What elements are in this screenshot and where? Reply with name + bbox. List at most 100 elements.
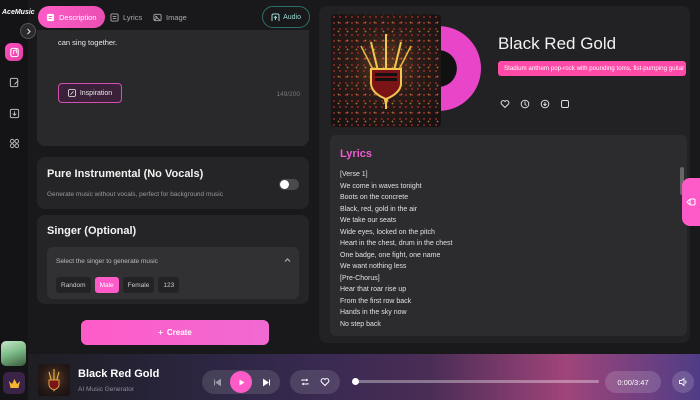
lyrics-line: [Pre-Chorus] <box>340 274 380 282</box>
repeat-icon <box>301 378 309 386</box>
inspiration-label: Inspiration <box>79 89 113 97</box>
image-icon <box>153 13 162 21</box>
loop-like-controls <box>290 370 340 394</box>
remix-icon[interactable] <box>520 99 530 109</box>
volume-icon <box>679 377 687 387</box>
rail-apps-button[interactable] <box>5 134 23 152</box>
side-panel-toggle[interactable] <box>682 178 700 226</box>
character-count: 149/200 <box>276 91 301 98</box>
singer-selector: Select the singer to generate music Rand… <box>47 247 299 299</box>
playback-controls <box>202 370 280 394</box>
share-icon[interactable] <box>560 99 570 109</box>
grid-icon <box>9 138 19 148</box>
download-icon[interactable] <box>540 99 550 109</box>
player-title: Black Red Gold <box>78 368 160 380</box>
edit-icon <box>9 77 19 87</box>
singer-title: Singer (Optional) <box>47 225 137 237</box>
lyrics-text: [Verse 1] We come in waves tonight Boots o… <box>340 169 452 330</box>
lyrics-panel: Lyrics [Verse 1] We come in waves tonight… <box>330 135 687 336</box>
next-button[interactable] <box>259 370 273 394</box>
player-subtitle: AI Music Generator <box>78 386 134 393</box>
lyrics-line: We want nothing less <box>340 263 407 270</box>
repeat-button[interactable] <box>298 370 312 394</box>
chevron-up-icon[interactable] <box>284 257 291 264</box>
singer-option-female[interactable]: Female <box>122 277 155 293</box>
instrumental-subtitle: Generate music without vocals, perfect f… <box>47 191 223 198</box>
tab-lyrics[interactable]: Lyrics <box>102 6 150 28</box>
heart-icon[interactable] <box>500 99 510 109</box>
skip-forward-icon <box>262 378 270 386</box>
volume-button[interactable] <box>672 371 694 393</box>
time-display: 0:00/3:47 <box>605 371 661 393</box>
tab-image[interactable]: Image <box>145 6 195 28</box>
instrumental-card: Pure Instrumental (No Vocals) Generate m… <box>37 157 309 209</box>
tab-bar: Description Lyrics Image Audio <box>36 6 310 30</box>
left-rail: AceMusic <box>0 0 35 400</box>
lyrics-line: Boots on the concrete <box>340 194 409 201</box>
tab-lyrics-label: Lyrics <box>123 12 143 22</box>
audio-upload-button[interactable]: Audio <box>262 6 310 28</box>
chevron-right-icon <box>26 28 31 34</box>
singer-option-random[interactable]: Random <box>56 277 91 293</box>
progress-bar[interactable] <box>352 378 599 385</box>
tab-description[interactable]: Description <box>38 6 105 28</box>
plus-icon: + <box>158 328 163 337</box>
singer-option-male[interactable]: Male <box>94 277 119 293</box>
skip-back-icon <box>213 378 221 386</box>
lyrics-line: We take our seats <box>340 217 397 224</box>
inspiration-button[interactable]: Inspiration <box>58 83 122 103</box>
cover-art-area <box>331 14 481 129</box>
progress-knob[interactable] <box>352 378 359 385</box>
app-window: AceMusic Description Lyrics Image Audio … <box>0 0 700 400</box>
player-bar: Black Red Gold AI Music Generator 0:00/3… <box>28 354 700 400</box>
lyrics-line: Heart in the chest, drum in the chest <box>340 240 453 247</box>
user-avatar-thumbnail[interactable] <box>1 341 26 366</box>
play-icon <box>239 379 244 385</box>
cover-art <box>331 14 441 127</box>
shield-crest-icon <box>48 369 60 392</box>
rail-edit-button[interactable] <box>5 73 23 91</box>
description-text[interactable]: can sing together. <box>58 38 117 47</box>
like-button[interactable] <box>318 370 332 394</box>
premium-button[interactable] <box>3 372 25 394</box>
lyrics-title: Lyrics <box>340 148 373 160</box>
create-button[interactable]: + Create <box>81 320 269 345</box>
instrumental-toggle[interactable] <box>279 179 299 190</box>
heart-icon <box>320 378 330 387</box>
audio-button-label: Audio <box>283 13 301 21</box>
style-tag: Stadium anthem pop-rock with pounding to… <box>498 61 686 76</box>
previous-button[interactable] <box>210 370 224 394</box>
lyrics-line: No step back <box>340 320 381 328</box>
music-note-icon <box>9 47 19 57</box>
shield-crest-icon <box>360 34 412 109</box>
create-label: Create <box>166 328 192 337</box>
play-button[interactable] <box>230 371 252 393</box>
instrumental-title: Pure Instrumental (No Vocals) <box>47 168 204 180</box>
singer-option-123[interactable]: 123 <box>158 277 180 293</box>
upload-audio-icon <box>271 13 280 21</box>
lyrics-line: Hands in the sky now <box>340 309 407 316</box>
tab-image-label: Image <box>166 12 187 22</box>
lyrics-line: Hear that roar rise up <box>340 286 407 293</box>
lyrics-line: Black, red, gold in the air <box>340 205 418 213</box>
crown-icon <box>8 378 20 388</box>
song-title: Black Red Gold <box>498 34 617 53</box>
tab-description-label: Description <box>59 12 97 22</box>
rail-music-button[interactable] <box>5 43 23 61</box>
lyrics-line: We come in waves tonight <box>340 182 422 190</box>
song-actions <box>500 99 570 109</box>
singer-options: Random Male Female 123 <box>56 277 180 293</box>
collapse-sidebar-button[interactable] <box>20 23 36 39</box>
rail-download-button[interactable] <box>5 104 23 122</box>
lyrics-line: Wide eyes, locked on the pitch <box>340 228 435 236</box>
player-cover-art[interactable] <box>38 364 70 396</box>
lyrics-line: One badge, one fight, one name <box>340 251 441 259</box>
lyrics-line: From the first row back <box>340 297 412 305</box>
lyrics-icon <box>110 12 119 22</box>
singer-hint: Select the singer to generate music <box>56 258 158 265</box>
pen-icon <box>67 89 76 97</box>
input-panel: Description Lyrics Image Audio can sing … <box>28 0 310 352</box>
document-icon <box>46 13 55 21</box>
song-panel: Black Red Gold Stadium anthem pop-rock w… <box>319 6 690 343</box>
lyrics-line: [Verse 1] <box>340 171 368 178</box>
